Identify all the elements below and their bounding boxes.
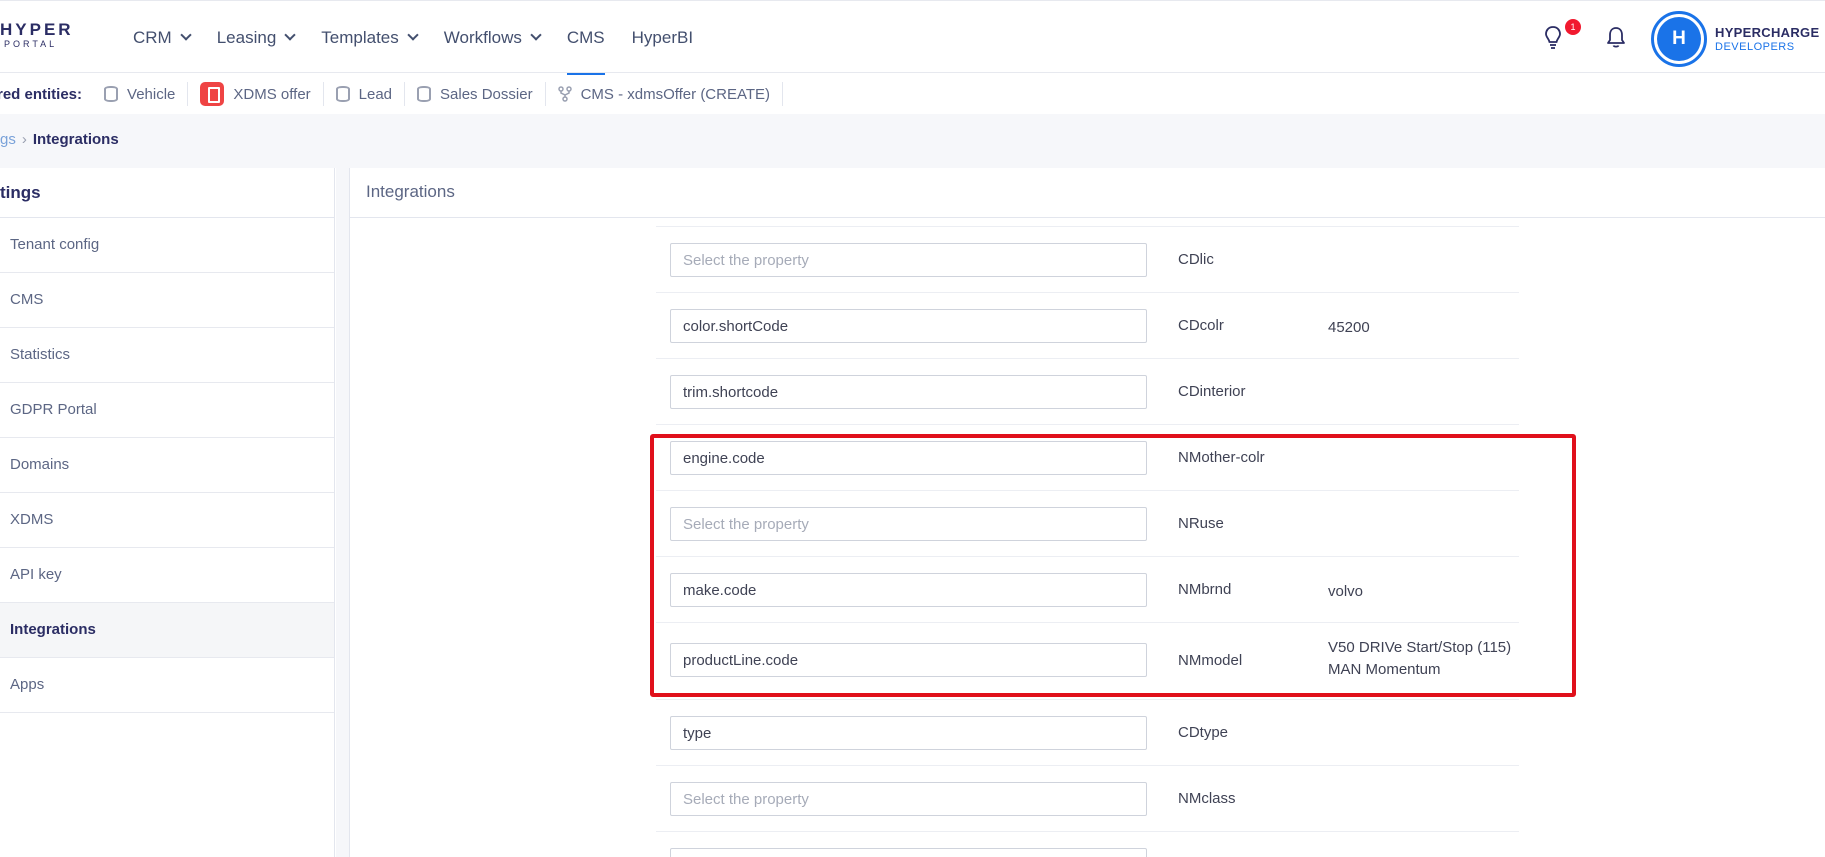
- favorite-sales-dossier-label: Sales Dossier: [440, 85, 533, 103]
- field-code: NMother-colr: [1178, 449, 1265, 466]
- database-icon: [335, 86, 350, 102]
- field-code: CDtype: [1178, 724, 1229, 741]
- lightbulb-icon[interactable]: [1543, 25, 1563, 51]
- property-select[interactable]: [670, 507, 1147, 541]
- favorite-vehicle-label: Vehicle: [127, 85, 176, 103]
- sidebar-item-xdms[interactable]: XDMS: [0, 493, 334, 548]
- chevron-down-icon: [530, 29, 542, 41]
- menu-templates[interactable]: Templates: [321, 1, 419, 74]
- mapping-row: CDtype: [656, 700, 1519, 766]
- main-menu: CRM Leasing Templates Workflows CMS Hype…: [133, 1, 720, 75]
- database-icon: [417, 86, 432, 102]
- sidebar-item-integrations[interactable]: Integrations: [0, 603, 334, 658]
- settings-sidebar: tings Tenant config CMS Statistics GDPR …: [0, 168, 335, 857]
- company-name: HYPERCHARGE: [1715, 25, 1820, 40]
- favorite-xdms-offer-label: XDMS offer: [233, 85, 311, 103]
- sidebar-item-apps[interactable]: Apps: [0, 658, 334, 713]
- avatar[interactable]: H: [1651, 11, 1707, 67]
- field-sample-value: 45200: [1328, 319, 1370, 336]
- breadcrumb-settings-link[interactable]: gs: [0, 131, 16, 148]
- property-select[interactable]: [670, 848, 1147, 857]
- mapping-row: NMmodel V50 DRIVe Start/Stop (115) MAN M…: [656, 623, 1519, 700]
- notification-badge: 1: [1565, 19, 1581, 35]
- favorite-sales-dossier[interactable]: Sales Dossier: [405, 82, 546, 106]
- field-code: CDlic: [1178, 251, 1214, 268]
- menu-crm[interactable]: CRM: [133, 1, 192, 74]
- property-select[interactable]: [670, 441, 1147, 475]
- menu-crm-label: CRM: [133, 27, 172, 47]
- field-code: CDcolr: [1178, 317, 1224, 334]
- field-sample-value: volvo: [1328, 583, 1364, 600]
- breadcrumb: gs › Integrations: [0, 131, 119, 148]
- property-select[interactable]: [670, 782, 1147, 816]
- mapping-row: [656, 832, 1519, 857]
- menu-hyperbi[interactable]: HyperBI: [632, 1, 693, 74]
- sidebar-title: tings: [0, 168, 334, 218]
- sidebar-item-domains[interactable]: Domains: [0, 438, 334, 493]
- mapping-row: CDlic: [656, 227, 1519, 293]
- workflow-icon: [557, 86, 572, 102]
- breadcrumb-separator: ›: [21, 131, 27, 148]
- avatar-letter: H: [1657, 17, 1701, 61]
- favorite-cms-xdmsoffer[interactable]: CMS - xdmsOffer (CREATE): [546, 82, 784, 106]
- menu-leasing-label: Leasing: [216, 27, 277, 47]
- menu-cms[interactable]: CMS: [566, 1, 605, 75]
- field-code: NMbrnd: [1178, 581, 1232, 598]
- sidebar-item-tenant-config[interactable]: Tenant config: [0, 218, 334, 273]
- company-subtitle: DEVELOPERS: [1715, 41, 1795, 53]
- breadcrumb-strip: gs › Integrations: [0, 114, 1825, 168]
- menu-leasing[interactable]: Leasing: [216, 1, 296, 74]
- sidebar-item-api-key[interactable]: API key: [0, 548, 334, 603]
- property-select[interactable]: [670, 716, 1147, 750]
- chevron-down-icon: [180, 29, 192, 41]
- property-select[interactable]: [670, 573, 1147, 607]
- hyper-portal-logo[interactable]: HYPER PORTAL: [0, 21, 90, 50]
- breadcrumb-current: Integrations: [32, 131, 119, 148]
- chevron-down-icon: [284, 29, 296, 41]
- property-select[interactable]: [670, 643, 1147, 677]
- menu-workflows-label: Workflows: [443, 27, 522, 47]
- document-icon: [200, 82, 225, 106]
- logo-text-bottom: PORTAL: [4, 39, 58, 49]
- menu-workflows[interactable]: Workflows: [443, 1, 542, 74]
- favorite-entities-label: red entities:: [0, 85, 83, 103]
- top-navbar: HYPER PORTAL CRM Leasing Templates Workf…: [0, 0, 1825, 75]
- mapping-row: NMbrnd volvo: [656, 557, 1519, 623]
- menu-hyperbi-label: HyperBI: [631, 27, 694, 47]
- company-info[interactable]: HYPERCHARGE DEVELOPERS: [1715, 25, 1819, 53]
- mapping-row: CDcolr 45200: [656, 293, 1519, 359]
- favorite-cms-xdmsoffer-label: CMS - xdmsOffer (CREATE): [580, 85, 771, 103]
- database-icon: [104, 86, 119, 102]
- bell-icon[interactable]: [1605, 25, 1627, 49]
- sidebar-item-gdpr-portal[interactable]: GDPR Portal: [0, 383, 334, 438]
- favorite-lead-label: Lead: [358, 85, 393, 103]
- mapping-row: NMother-colr: [656, 425, 1519, 491]
- menu-templates-label: Templates: [321, 27, 399, 47]
- field-code: NRuse: [1178, 515, 1224, 532]
- sidebar-item-cms[interactable]: CMS: [0, 273, 334, 328]
- mapping-row: NMclass: [656, 766, 1519, 832]
- field-code: NMmodel: [1178, 652, 1243, 669]
- favorite-lead[interactable]: Lead: [324, 82, 406, 106]
- property-select[interactable]: [670, 309, 1147, 343]
- menu-cms-label: CMS: [566, 27, 605, 47]
- property-select[interactable]: [670, 375, 1147, 409]
- mapping-row: CDinterior: [656, 359, 1519, 425]
- panel-title: Integrations: [350, 168, 1825, 218]
- chevron-down-icon: [407, 29, 419, 41]
- field-code: NMclass: [1178, 790, 1236, 807]
- logo-text-top: HYPER: [0, 20, 74, 39]
- mapping-list: CDlic CDcolr 45200 CDinterior NMother-co…: [656, 227, 1519, 857]
- sidebar-item-statistics[interactable]: Statistics: [0, 328, 334, 383]
- favorite-vehicle[interactable]: Vehicle: [92, 82, 189, 106]
- field-sample-value: V50 DRIVe Start/Stop (115) MAN Momentum: [1328, 639, 1512, 678]
- favorite-entities-bar: red entities: Vehicle XDMS offer Lead Sa…: [0, 74, 1825, 114]
- favorite-xdms-offer[interactable]: XDMS offer: [188, 82, 324, 106]
- property-select[interactable]: [670, 243, 1147, 277]
- field-code: CDinterior: [1178, 383, 1246, 400]
- mapping-row: NRuse: [656, 491, 1519, 557]
